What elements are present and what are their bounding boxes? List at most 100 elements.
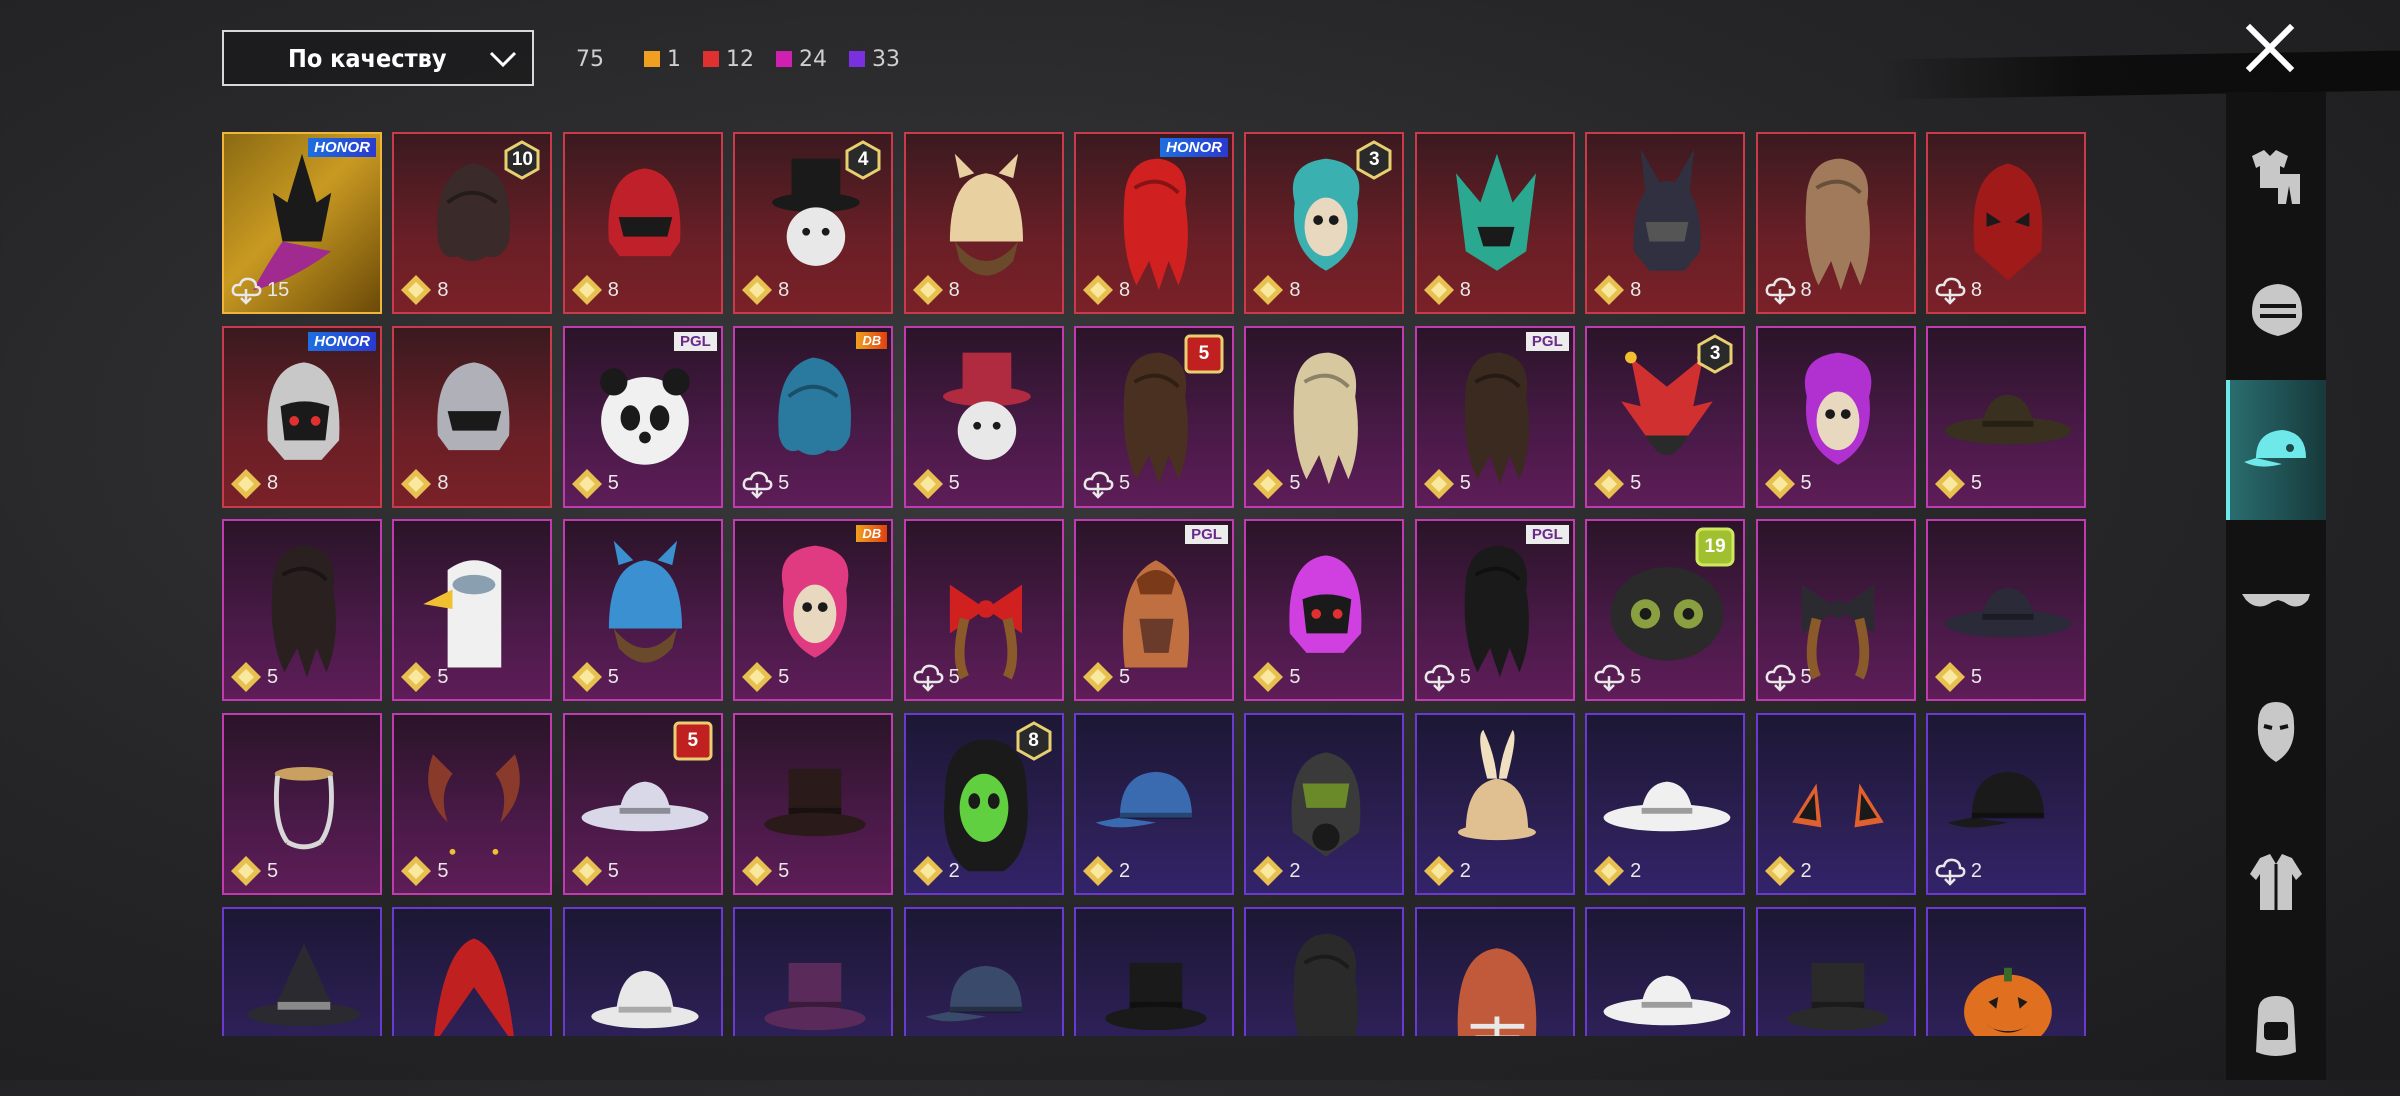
- item-tile[interactable]: 82: [903, 713, 1064, 896]
- item-tile[interactable]: 10 8: [392, 132, 553, 314]
- item-tile[interactable]: 5: [392, 519, 553, 702]
- sidebar-item-glasses[interactable]: [2226, 528, 2326, 668]
- item-source: 2: [1933, 854, 1982, 888]
- item-tile[interactable]: 8: [1585, 132, 1746, 314]
- cloud-download-icon: [231, 277, 262, 305]
- item-source: 5: [740, 854, 789, 888]
- item-tile[interactable]: 5: [1244, 519, 1405, 702]
- diamond-source-icon: [742, 662, 773, 693]
- item-count: 8: [1630, 278, 1642, 301]
- item-count: 5: [607, 859, 619, 882]
- item-tile[interactable]: 5: [562, 519, 723, 702]
- item-tile[interactable]: 2: [1073, 713, 1234, 896]
- close-icon[interactable]: [2240, 18, 2300, 78]
- cloud-download-icon: [1765, 277, 1795, 305]
- item-tile[interactable]: 2: [1244, 713, 1405, 896]
- item-tile[interactable]: 8: [1755, 132, 1916, 314]
- sidebar-item-backpack[interactable]: [2226, 956, 2326, 1096]
- diamond-source-icon: [1253, 275, 1284, 305]
- diamond-source-icon: [912, 275, 943, 305]
- item-tile[interactable]: 8: [1414, 132, 1575, 314]
- sort-dropdown[interactable]: По качеству: [222, 30, 534, 86]
- item-tile[interactable]: 8: [562, 132, 723, 314]
- item-tile[interactable]: 8: [903, 132, 1064, 314]
- item-tile[interactable]: PGL 5: [562, 325, 723, 508]
- item-tile[interactable]: PGL 5: [1073, 519, 1234, 702]
- item-tile[interactable]: 8: [1925, 132, 2086, 314]
- item-tile[interactable]: 5: [392, 713, 553, 896]
- item-source: 5: [911, 660, 960, 694]
- item-tile[interactable]: 55: [562, 713, 723, 896]
- item-tile[interactable]: 48: [733, 132, 894, 314]
- item-source: 8: [1933, 273, 1982, 307]
- item-tile[interactable]: HONOR 8: [1073, 132, 1234, 314]
- item-source: 8: [1422, 273, 1471, 307]
- item-tile[interactable]: 5: [1755, 519, 1916, 702]
- item-source: 5: [1763, 660, 1812, 694]
- item-tile[interactable]: 5: [222, 713, 382, 896]
- item-count: 5: [437, 859, 449, 882]
- level-badge-value: 19: [1704, 536, 1726, 558]
- item-tile[interactable]: [1414, 906, 1575, 1036]
- item-tile[interactable]: 2: [1755, 713, 1916, 896]
- sidebar-item-hat[interactable]: [2226, 380, 2326, 520]
- diamond-source-icon: [1253, 468, 1284, 499]
- item-count: 8: [607, 278, 619, 301]
- item-tile[interactable]: [1244, 906, 1405, 1036]
- item-tile[interactable]: DB 5: [733, 519, 894, 702]
- item-tile[interactable]: [1073, 906, 1234, 1036]
- sidebar-item-face[interactable]: [2226, 662, 2326, 802]
- item-count: 15: [267, 278, 290, 301]
- item-tile[interactable]: 5: [903, 519, 1064, 702]
- face-icon: [2257, 702, 2295, 762]
- rarity-counts: 75 1 12 24 33: [576, 44, 922, 74]
- item-tile[interactable]: 5: [733, 713, 894, 896]
- item-count: 5: [948, 665, 960, 688]
- item-tile[interactable]: 5: [1925, 325, 2086, 508]
- level-badge-value: 3: [1709, 342, 1721, 364]
- rarity-swatch: [776, 51, 792, 67]
- item-tile[interactable]: 35: [1585, 325, 1746, 508]
- item-tile[interactable]: PGL 5: [1414, 519, 1575, 702]
- item-tile[interactable]: 2: [1414, 713, 1575, 896]
- sidebar-item-head[interactable]: [2226, 240, 2326, 380]
- item-tile[interactable]: 8: [392, 325, 553, 508]
- item-source: 5: [399, 660, 449, 694]
- item-tile[interactable]: 38: [1244, 132, 1405, 314]
- item-tile[interactable]: 19 5: [1585, 519, 1746, 702]
- item-source: 5: [1592, 660, 1641, 694]
- item-count: 2: [1970, 859, 1983, 882]
- item-count: 5: [778, 665, 790, 688]
- item-tile[interactable]: 2: [1585, 713, 1746, 896]
- item-tile[interactable]: PGL 5: [1414, 325, 1575, 508]
- item-tile[interactable]: HONOR 8: [222, 325, 382, 508]
- item-tile[interactable]: [392, 906, 553, 1036]
- collab-logo: PGL: [1525, 525, 1569, 545]
- item-tile[interactable]: [1585, 906, 1746, 1036]
- diamond-source-icon: [1594, 468, 1625, 499]
- item-tile[interactable]: 55: [1073, 325, 1234, 508]
- item-tile[interactable]: [733, 906, 894, 1036]
- item-tile[interactable]: [222, 906, 382, 1036]
- item-tile[interactable]: [1925, 906, 2086, 1036]
- item-tile[interactable]: 5: [1244, 325, 1405, 508]
- item-count: 5: [1289, 665, 1301, 688]
- item-art-hair-long: [1294, 933, 1359, 1036]
- item-grid-viewport[interactable]: HONOR 15 10 8 8 4 8 8 HONOR 8 3 8 8 8 8 8 HONOR 8 8 PGL 5 DB 5…: [222, 132, 2102, 1036]
- item-tile[interactable]: HONOR 15: [222, 132, 382, 314]
- item-art-bucket: [591, 970, 699, 1028]
- diamond-source-icon: [571, 275, 602, 305]
- item-source: 8: [1592, 273, 1641, 307]
- item-tile[interactable]: [903, 906, 1064, 1036]
- item-tile[interactable]: [1755, 906, 1916, 1036]
- sidebar-item-top[interactable]: [2226, 812, 2326, 952]
- item-tile[interactable]: 2: [1925, 713, 2086, 896]
- item-tile[interactable]: 5: [1925, 519, 2086, 702]
- item-tile[interactable]: DB 5: [733, 325, 894, 508]
- item-tile[interactable]: 5: [903, 325, 1064, 508]
- item-tile[interactable]: 5: [1755, 325, 1916, 508]
- item-tile[interactable]: [562, 906, 723, 1036]
- item-tile[interactable]: 5: [222, 519, 382, 702]
- sort-dropdown-label: По качеству: [288, 43, 447, 73]
- sidebar-item-outfit[interactable]: [2226, 106, 2326, 246]
